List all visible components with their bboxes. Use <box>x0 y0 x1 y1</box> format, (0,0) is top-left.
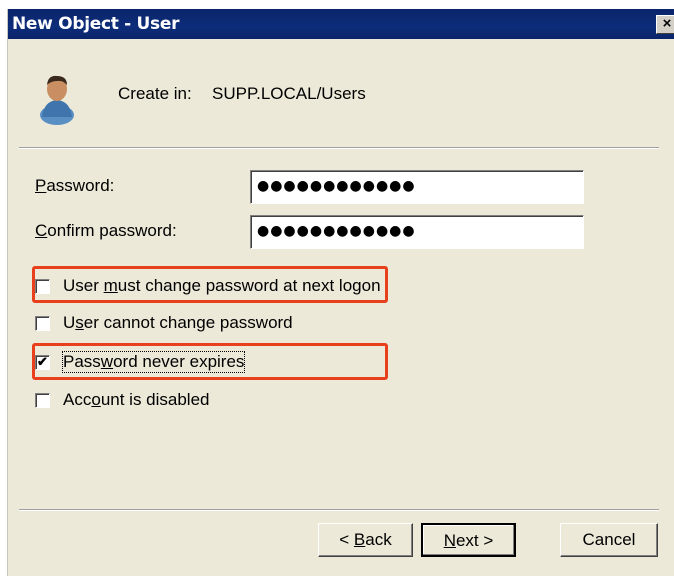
next-button[interactable]: Next > <box>421 523 516 557</box>
user-icon <box>40 75 74 125</box>
checkbox-must-change-password[interactable]: User must change password at next logon <box>35 276 381 298</box>
checkbox-password-never-expires[interactable]: ✔ Password never expires <box>35 351 285 374</box>
must-change-checkbox[interactable] <box>35 279 50 294</box>
never-expires-checkbox[interactable]: ✔ <box>35 355 50 370</box>
title-bar[interactable]: New Object - User × <box>8 9 674 39</box>
top-divider <box>19 147 659 149</box>
cannot-change-label: User cannot change password <box>63 313 293 332</box>
cannot-change-checkbox[interactable] <box>35 316 50 331</box>
create-in-path: SUPP.LOCAL/Users <box>212 84 366 103</box>
bottom-divider <box>19 509 659 511</box>
close-button[interactable]: × <box>656 15 674 34</box>
checkbox-account-disabled[interactable]: Account is disabled <box>35 390 255 412</box>
cancel-button[interactable]: Cancel <box>560 523 658 557</box>
back-button[interactable]: < Back <box>318 523 413 557</box>
confirm-password-label: Confirm password: <box>35 221 177 240</box>
checkbox-cannot-change-password[interactable]: User cannot change password <box>35 313 335 335</box>
create-in-label: Create in: <box>118 84 192 103</box>
window-title: New Object - User <box>12 14 180 34</box>
account-disabled-label: Account is disabled <box>63 390 210 409</box>
close-icon: × <box>662 15 672 32</box>
password-field[interactable]: ●●●●●●●●●●●● <box>250 170 584 204</box>
password-label: Password: <box>35 176 115 195</box>
account-disabled-checkbox[interactable] <box>35 393 50 408</box>
must-change-label: User must change password at next logon <box>63 276 381 295</box>
never-expires-label: Password never expires <box>61 351 246 373</box>
confirm-password-field[interactable]: ●●●●●●●●●●●● <box>250 215 584 249</box>
